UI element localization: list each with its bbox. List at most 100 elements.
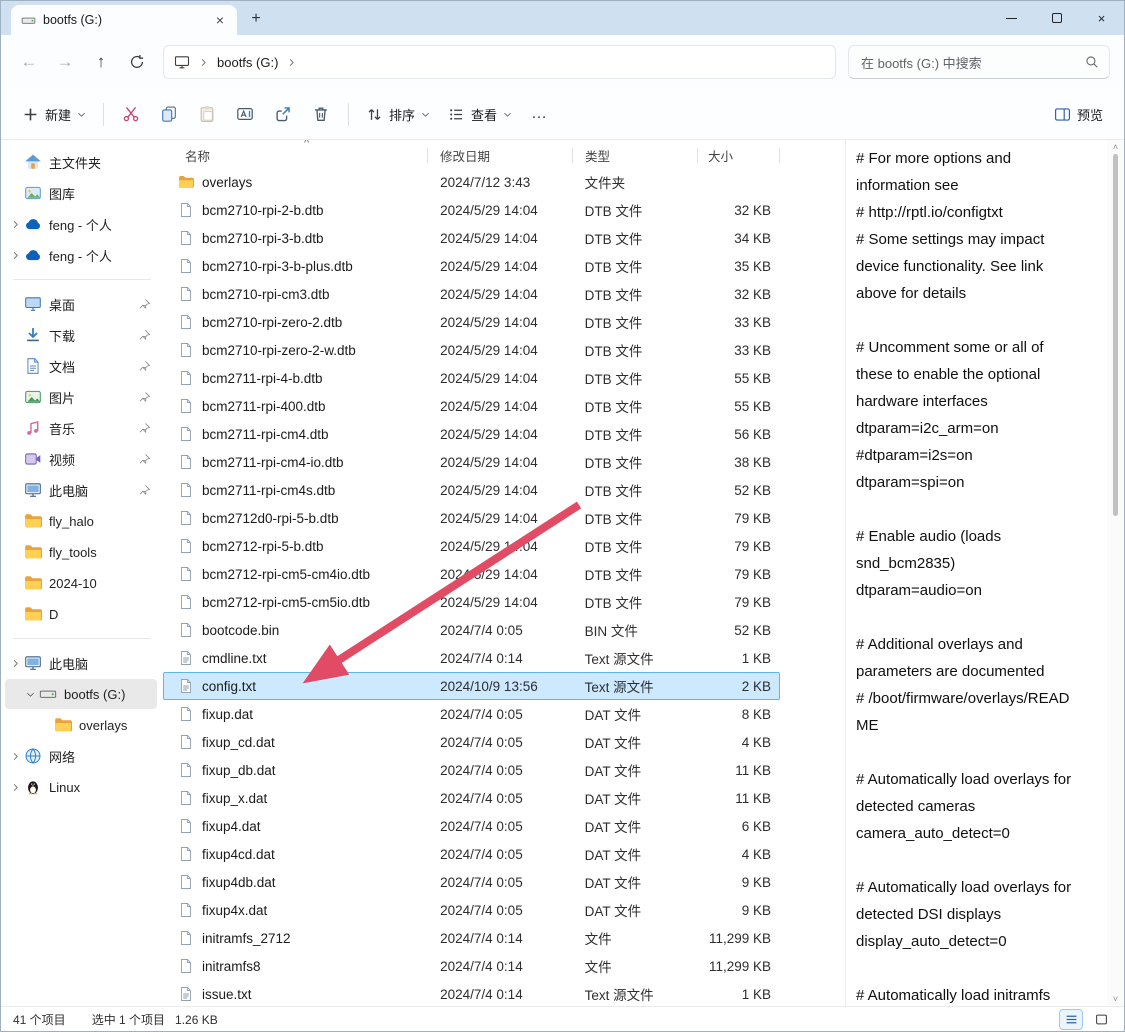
- file-row[interactable]: fixup_x.dat 2024/7/4 0:05 DAT 文件 11 KB: [163, 784, 780, 812]
- sidebar-item[interactable]: 桌面: [5, 289, 157, 319]
- back-button[interactable]: ←: [11, 45, 47, 79]
- column-header-size[interactable]: 大小: [698, 143, 780, 168]
- file-size: 9 KB: [697, 903, 779, 918]
- forward-button[interactable]: →: [47, 45, 83, 79]
- close-button[interactable]: ×: [1079, 1, 1124, 35]
- minimize-button[interactable]: [989, 1, 1034, 35]
- column-header-name[interactable]: 名称: [163, 143, 428, 168]
- file-row[interactable]: bootcode.bin 2024/7/4 0:05 BIN 文件 52 KB: [163, 616, 780, 644]
- view-button[interactable]: 查看: [439, 98, 521, 131]
- share-button[interactable]: [264, 97, 302, 131]
- file-row[interactable]: fixup.dat 2024/7/4 0:05 DAT 文件 8 KB: [163, 700, 780, 728]
- file-row[interactable]: fixup_cd.dat 2024/7/4 0:05 DAT 文件 4 KB: [163, 728, 780, 756]
- file-row[interactable]: overlays 2024/7/12 3:43 文件夹: [163, 168, 780, 196]
- file-row[interactable]: bcm2712d0-rpi-5-b.dtb 2024/5/29 14:04 DT…: [163, 504, 780, 532]
- address-bar[interactable]: bootfs (G:): [163, 45, 836, 79]
- view-toggles: [1060, 1010, 1112, 1029]
- file-row[interactable]: issue.txt 2024/7/4 0:14 Text 源文件 1 KB: [163, 980, 780, 1006]
- file-row[interactable]: bcm2710-rpi-zero-2.dtb 2024/5/29 14:04 D…: [163, 308, 780, 336]
- file-row[interactable]: bcm2712-rpi-5-b.dtb 2024/5/29 14:04 DTB …: [163, 532, 780, 560]
- sidebar-item[interactable]: fly_tools: [5, 537, 157, 567]
- file-row[interactable]: bcm2711-rpi-cm4.dtb 2024/5/29 14:04 DTB …: [163, 420, 780, 448]
- breadcrumb-location[interactable]: bootfs (G:): [217, 55, 278, 70]
- preview-toggle-button[interactable]: 预览: [1045, 98, 1112, 131]
- copy-button[interactable]: [150, 97, 188, 131]
- sidebar-item[interactable]: fly_halo: [5, 506, 157, 536]
- sidebar-item[interactable]: 网络: [5, 741, 157, 771]
- sidebar-item[interactable]: 此电脑: [5, 648, 157, 678]
- explorer-tab[interactable]: bootfs (G:) ×: [11, 5, 237, 35]
- file-row[interactable]: fixup4cd.dat 2024/7/4 0:05 DAT 文件 4 KB: [163, 840, 780, 868]
- file-row[interactable]: cmdline.txt 2024/7/4 0:14 Text 源文件 1 KB: [163, 644, 780, 672]
- chevron-right-icon[interactable]: [199, 58, 208, 67]
- sidebar-item[interactable]: 下载: [5, 320, 157, 350]
- scroll-down-arrow-icon[interactable]: ˅: [1107, 994, 1124, 1004]
- sidebar-item[interactable]: 图片: [5, 382, 157, 412]
- column-header-type[interactable]: 类型: [573, 143, 698, 168]
- rename-button[interactable]: [226, 97, 264, 131]
- file-row[interactable]: fixup4x.dat 2024/7/4 0:05 DAT 文件 9 KB: [163, 896, 780, 924]
- file-row[interactable]: initramfs_2712 2024/7/4 0:14 文件 11,299 K…: [163, 924, 780, 952]
- file-row[interactable]: bcm2711-rpi-cm4s.dtb 2024/5/29 14:04 DTB…: [163, 476, 780, 504]
- sidebar-chevron-icon[interactable]: [7, 251, 24, 260]
- file-date-modified: 2024/5/29 14:04: [428, 539, 573, 554]
- preview-scrollbar[interactable]: ˄ ˅: [1107, 140, 1124, 1006]
- maximize-button[interactable]: [1034, 1, 1079, 35]
- preview-line: # For more options and: [856, 145, 1103, 172]
- sidebar-item[interactable]: bootfs (G:): [5, 679, 157, 709]
- column-header-date[interactable]: 修改日期: [428, 143, 573, 168]
- sidebar-item[interactable]: 图库: [5, 178, 157, 208]
- cut-button[interactable]: [112, 97, 150, 131]
- sidebar-item[interactable]: feng - 个人: [5, 240, 157, 270]
- file-type-icon: [178, 538, 194, 554]
- file-type-icon: [178, 342, 194, 358]
- more-options-button[interactable]: …: [521, 101, 558, 127]
- file-row[interactable]: initramfs8 2024/7/4 0:14 文件 11,299 KB: [163, 952, 780, 980]
- file-row[interactable]: bcm2712-rpi-cm5-cm4io.dtb 2024/5/29 14:0…: [163, 560, 780, 588]
- sidebar-chevron-icon[interactable]: [7, 783, 24, 792]
- sidebar-chevron-icon[interactable]: [7, 659, 24, 668]
- sidebar-item[interactable]: 2024-10: [5, 568, 157, 598]
- sort-button[interactable]: 排序: [357, 98, 439, 131]
- sidebar-item[interactable]: Linux: [5, 772, 157, 802]
- sidebar-item[interactable]: 此电脑: [5, 475, 157, 505]
- file-row[interactable]: bcm2710-rpi-cm3.dtb 2024/5/29 14:04 DTB …: [163, 280, 780, 308]
- file-row[interactable]: bcm2711-rpi-cm4-io.dtb 2024/5/29 14:04 D…: [163, 448, 780, 476]
- search-box[interactable]: 在 bootfs (G:) 中搜索: [848, 45, 1110, 79]
- chevron-right-icon[interactable]: [287, 58, 296, 67]
- sidebar-chevron-icon[interactable]: [22, 690, 39, 699]
- sidebar-item[interactable]: 主文件夹: [5, 147, 157, 177]
- new-tab-button[interactable]: +: [243, 6, 269, 32]
- file-row[interactable]: bcm2710-rpi-3-b.dtb 2024/5/29 14:04 DTB …: [163, 224, 780, 252]
- file-row[interactable]: bcm2710-rpi-2-b.dtb 2024/5/29 14:04 DTB …: [163, 196, 780, 224]
- up-button[interactable]: ↑: [83, 45, 119, 79]
- file-row[interactable]: fixup4db.dat 2024/7/4 0:05 DAT 文件 9 KB: [163, 868, 780, 896]
- sidebar-item[interactable]: 文档: [5, 351, 157, 381]
- sidebar-item[interactable]: feng - 个人: [5, 209, 157, 239]
- details-view-button[interactable]: [1060, 1010, 1082, 1029]
- paste-button[interactable]: [188, 97, 226, 131]
- file-row[interactable]: fixup_db.dat 2024/7/4 0:05 DAT 文件 11 KB: [163, 756, 780, 784]
- scrollbar-thumb[interactable]: [1113, 154, 1118, 516]
- file-size: 32 KB: [697, 287, 779, 302]
- file-row[interactable]: bcm2710-rpi-zero-2-w.dtb 2024/5/29 14:04…: [163, 336, 780, 364]
- refresh-button[interactable]: [119, 45, 155, 79]
- new-button[interactable]: 新建: [13, 98, 95, 131]
- sidebar-chevron-icon[interactable]: [7, 752, 24, 761]
- sidebar-item[interactable]: 视频: [5, 444, 157, 474]
- sidebar-item[interactable]: D: [5, 599, 157, 629]
- scroll-up-arrow-icon[interactable]: ˄: [1107, 142, 1124, 152]
- large-icons-view-button[interactable]: [1090, 1010, 1112, 1029]
- file-row[interactable]: bcm2710-rpi-3-b-plus.dtb 2024/5/29 14:04…: [163, 252, 780, 280]
- file-row[interactable]: config.txt 2024/10/9 13:56 Text 源文件 2 KB: [163, 672, 780, 700]
- tab-close-icon[interactable]: ×: [211, 11, 229, 29]
- file-row[interactable]: bcm2711-rpi-4-b.dtb 2024/5/29 14:04 DTB …: [163, 364, 780, 392]
- delete-button[interactable]: [302, 97, 340, 131]
- sidebar-chevron-icon[interactable]: [7, 220, 24, 229]
- file-row[interactable]: fixup4.dat 2024/7/4 0:05 DAT 文件 6 KB: [163, 812, 780, 840]
- file-row[interactable]: bcm2712-rpi-cm5-cm5io.dtb 2024/5/29 14:0…: [163, 588, 780, 616]
- file-row[interactable]: bcm2711-rpi-400.dtb 2024/5/29 14:04 DTB …: [163, 392, 780, 420]
- sidebar-item[interactable]: 音乐: [5, 413, 157, 443]
- sidebar-item[interactable]: overlays: [5, 710, 157, 740]
- file-date-modified: 2024/5/29 14:04: [428, 315, 573, 330]
